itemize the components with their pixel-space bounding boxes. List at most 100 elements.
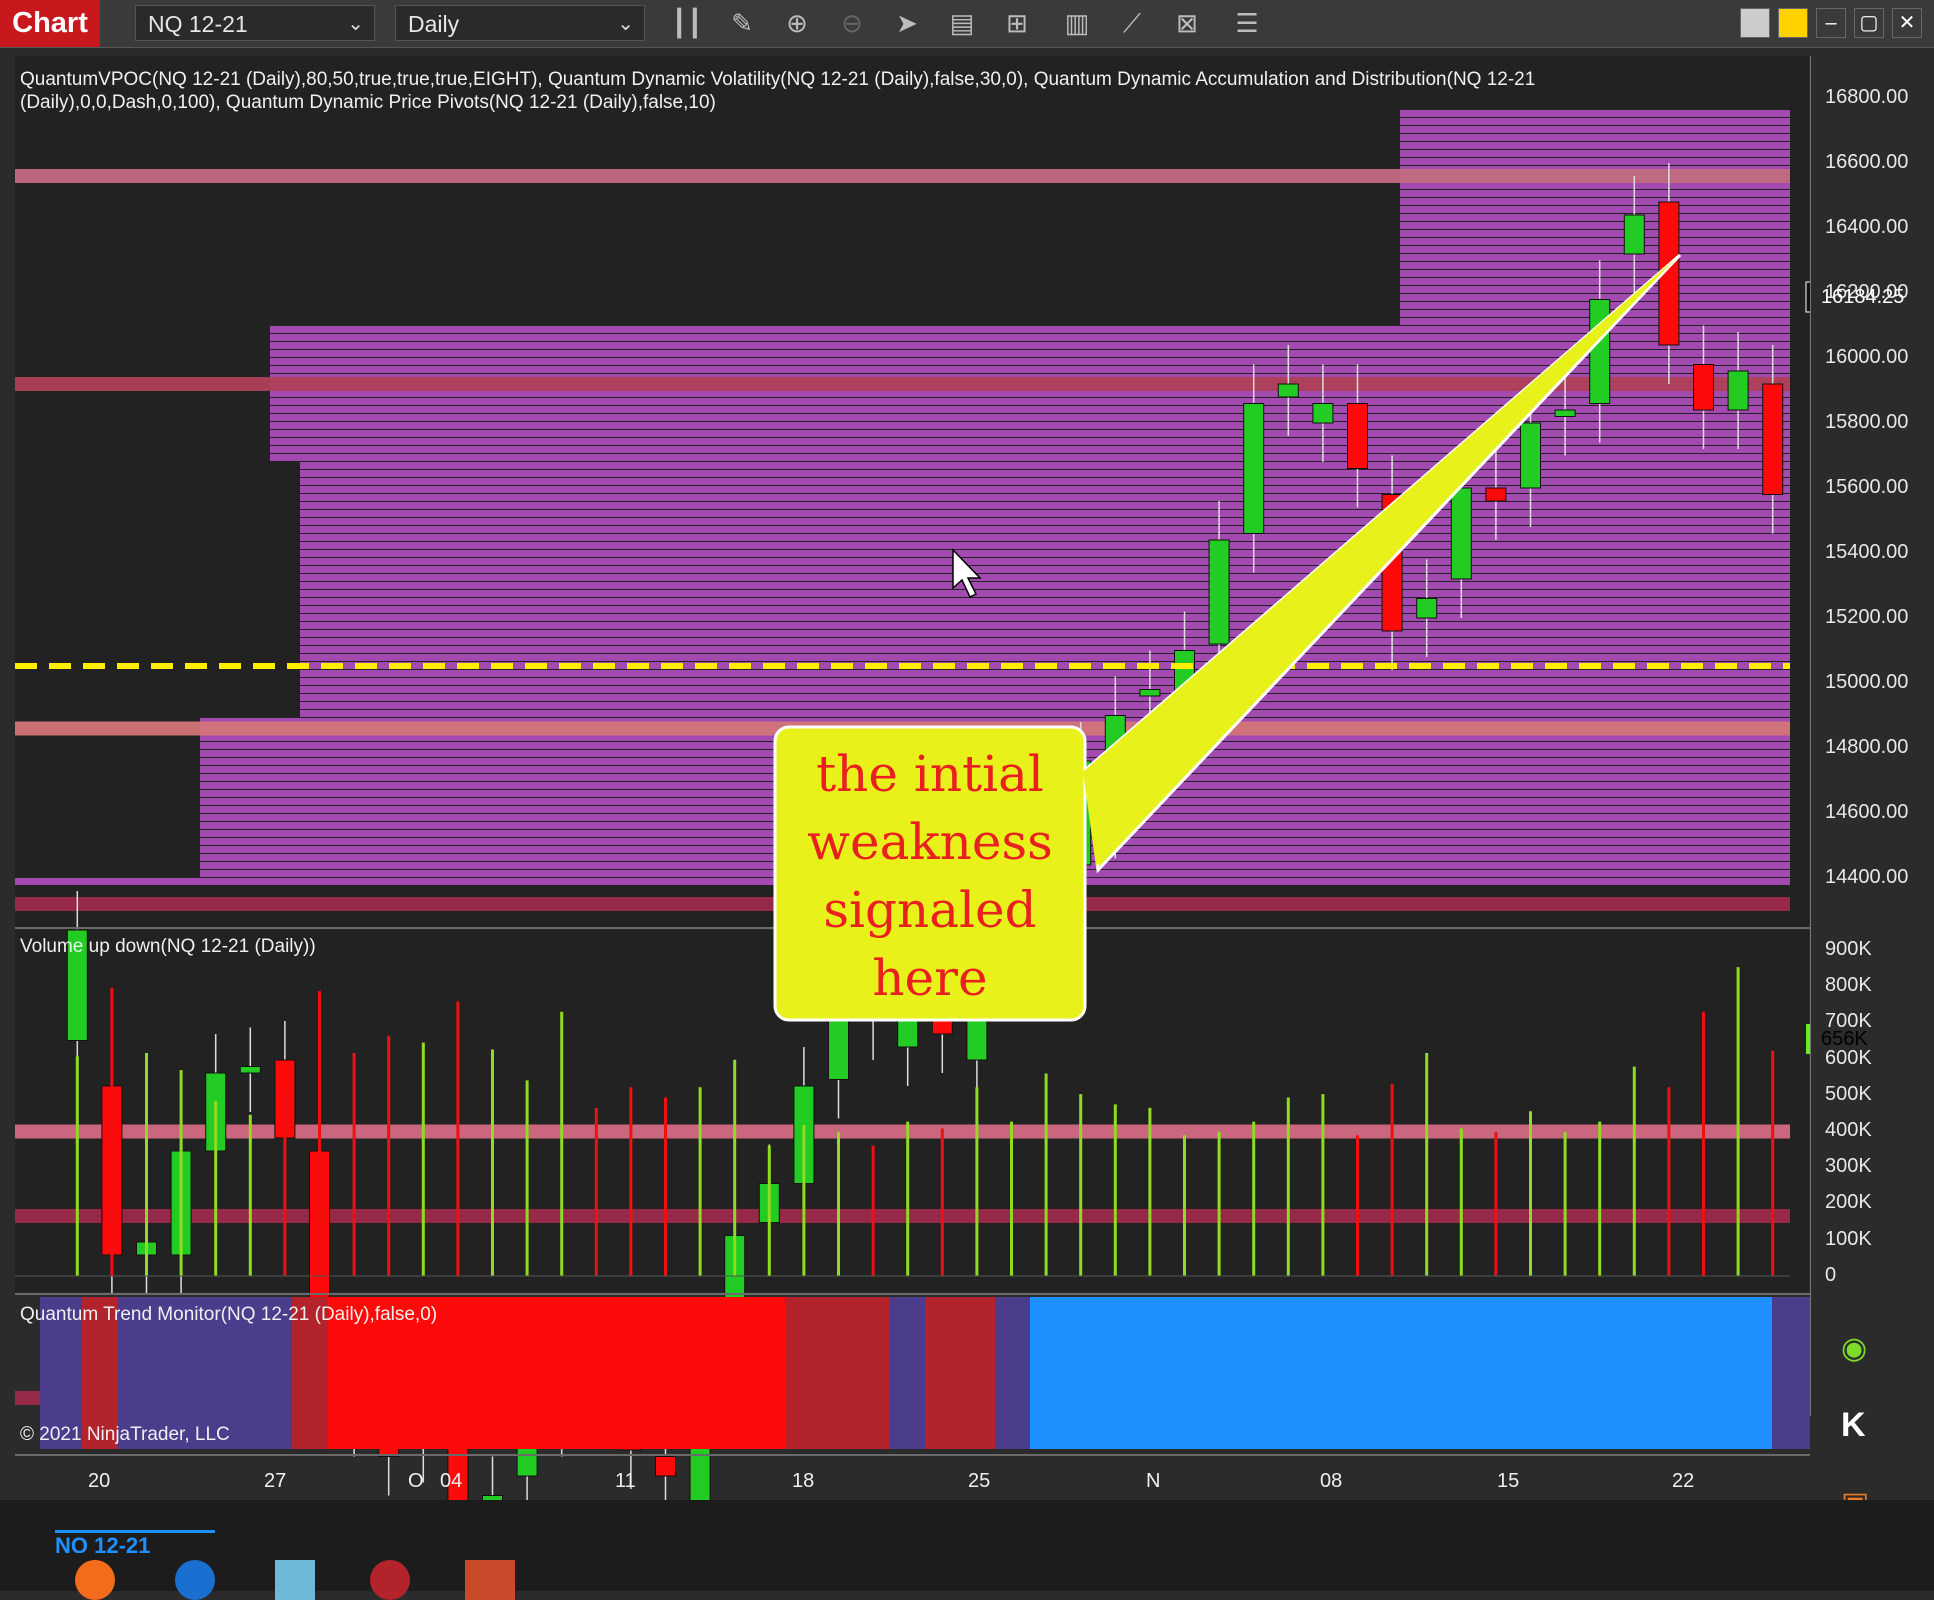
profile-band (1400, 142, 1790, 149)
pivot-zone (15, 1209, 1790, 1223)
profile-band (300, 534, 1790, 541)
profile-band (270, 422, 1790, 429)
profile-band (300, 702, 1790, 709)
candle-body (1347, 403, 1368, 469)
profile-band (300, 550, 1790, 557)
profile-band (1400, 118, 1790, 125)
candle-body (1727, 370, 1749, 411)
profile-band (1400, 286, 1790, 293)
profile-band (1400, 126, 1790, 133)
profile-band (300, 646, 1790, 653)
instrument-tab[interactable]: NQ 12-21 (55, 1530, 215, 1553)
profile-band (300, 574, 1790, 581)
volume-tick-label: 100K (1825, 1227, 1872, 1250)
price-tick-label: 15200.00 (1825, 606, 1909, 628)
callout-line: signaled (823, 881, 1037, 939)
profile-band (300, 622, 1790, 629)
callout-line: here (872, 949, 988, 1007)
volume-tick-label: 300K (1825, 1155, 1872, 1178)
date-tick-label: 04 (440, 1470, 463, 1492)
candle-body (1312, 403, 1334, 424)
volume-tick-label: 200K (1825, 1191, 1872, 1214)
notes-icon[interactable] (275, 1560, 315, 1600)
profile-band (1400, 222, 1790, 229)
profile-band (270, 438, 1790, 445)
trend-segment (1772, 1297, 1810, 1449)
date-tick-label: 22 (1672, 1470, 1695, 1492)
candle-body (1277, 383, 1299, 398)
profile-band (300, 606, 1790, 613)
browser-icon[interactable] (175, 1560, 215, 1600)
profile-band (300, 542, 1790, 549)
profile-band (1400, 230, 1790, 237)
candle-body (1693, 364, 1714, 411)
copyright-text: © 2021 NinjaTrader, LLC (20, 1424, 230, 1445)
profile-band (1400, 246, 1790, 253)
date-tick-label: N (1146, 1470, 1161, 1492)
profile-band (300, 478, 1790, 485)
profile-band (1400, 198, 1790, 205)
volume-tick-label: 400K (1825, 1119, 1872, 1141)
profile-band (270, 326, 1790, 333)
main-indicator-legend: QuantumVPOC(NQ 12-21 (Daily),80,50,true,… (20, 69, 1536, 113)
app-red-icon[interactable] (370, 1560, 410, 1600)
profile-band (1400, 190, 1790, 197)
price-tick-label: 15000.00 (1825, 671, 1909, 693)
volume-legend: Volume up down(NQ 12-21 (Daily)) (20, 936, 316, 957)
candle-body (1520, 422, 1541, 489)
profile-band (300, 654, 1790, 661)
last-volume-label: 656K (1821, 1028, 1868, 1050)
profile-band (300, 638, 1790, 645)
trend-monitor-legend: Quantum Trend Monitor(NQ 12-21 (Daily),f… (20, 1304, 438, 1325)
profile-band (300, 486, 1790, 493)
profile-band (270, 454, 1790, 461)
candle-body (1139, 689, 1161, 697)
taskbar: NQ 12-21 (0, 1500, 1934, 1600)
trend-segment (1030, 1297, 1772, 1449)
callout-line: the intial (816, 745, 1044, 803)
profile-band (1400, 278, 1790, 285)
price-tick-label: 16800.00 (1825, 86, 1909, 108)
volume-tick-label: 800K (1825, 974, 1872, 997)
profile-band (300, 710, 1790, 717)
profile-band (1400, 158, 1790, 165)
profile-band (300, 494, 1790, 501)
candle-body (1450, 487, 1472, 580)
profile-band (300, 614, 1790, 621)
callout-line: weakness (807, 813, 1053, 871)
price-tick-label: 14400.00 (1825, 866, 1909, 888)
profile-band (270, 446, 1790, 453)
profile-band (1400, 134, 1790, 141)
candle-body (1485, 487, 1507, 502)
profile-band (1400, 254, 1790, 261)
k-tray-icon[interactable]: K (1841, 1406, 1866, 1445)
price-tick-label: 16400.00 (1825, 216, 1909, 238)
profile-band (300, 566, 1790, 573)
date-tick-label: 15 (1497, 1470, 1520, 1492)
price-tick-label: 16600.00 (1825, 151, 1909, 173)
profile-band (300, 526, 1790, 533)
price-tick-label: 14600.00 (1825, 801, 1909, 823)
firefox-icon[interactable] (75, 1560, 115, 1600)
profile-band (300, 590, 1790, 597)
profile-band (300, 670, 1790, 677)
profile-band (300, 686, 1790, 693)
price-tick-label: 14800.00 (1825, 736, 1909, 758)
date-tick-label: 08 (1320, 1470, 1343, 1492)
price-tick-label: 15600.00 (1825, 476, 1909, 498)
pivot-zone (15, 169, 1790, 183)
app-s-icon[interactable] (465, 1560, 515, 1600)
profile-band (300, 558, 1790, 565)
trend-segment (785, 1297, 890, 1449)
price-axis[interactable]: 16800.00 16600.00 16400.00 16200.00 16000.00… (1810, 56, 1934, 1520)
last-price-label: 16184.25 (1821, 286, 1905, 308)
profile-band (300, 582, 1790, 589)
candle-body (1416, 598, 1438, 619)
nvidia-tray-icon[interactable]: ◉ (1841, 1331, 1881, 1371)
profile-band (300, 630, 1790, 637)
candle-body (1623, 214, 1645, 255)
profile-band (300, 598, 1790, 605)
price-tick-label: 15800.00 (1825, 411, 1909, 433)
candle-body (1762, 383, 1784, 495)
callout-text: the intial weakness signaled here (775, 740, 1085, 1012)
